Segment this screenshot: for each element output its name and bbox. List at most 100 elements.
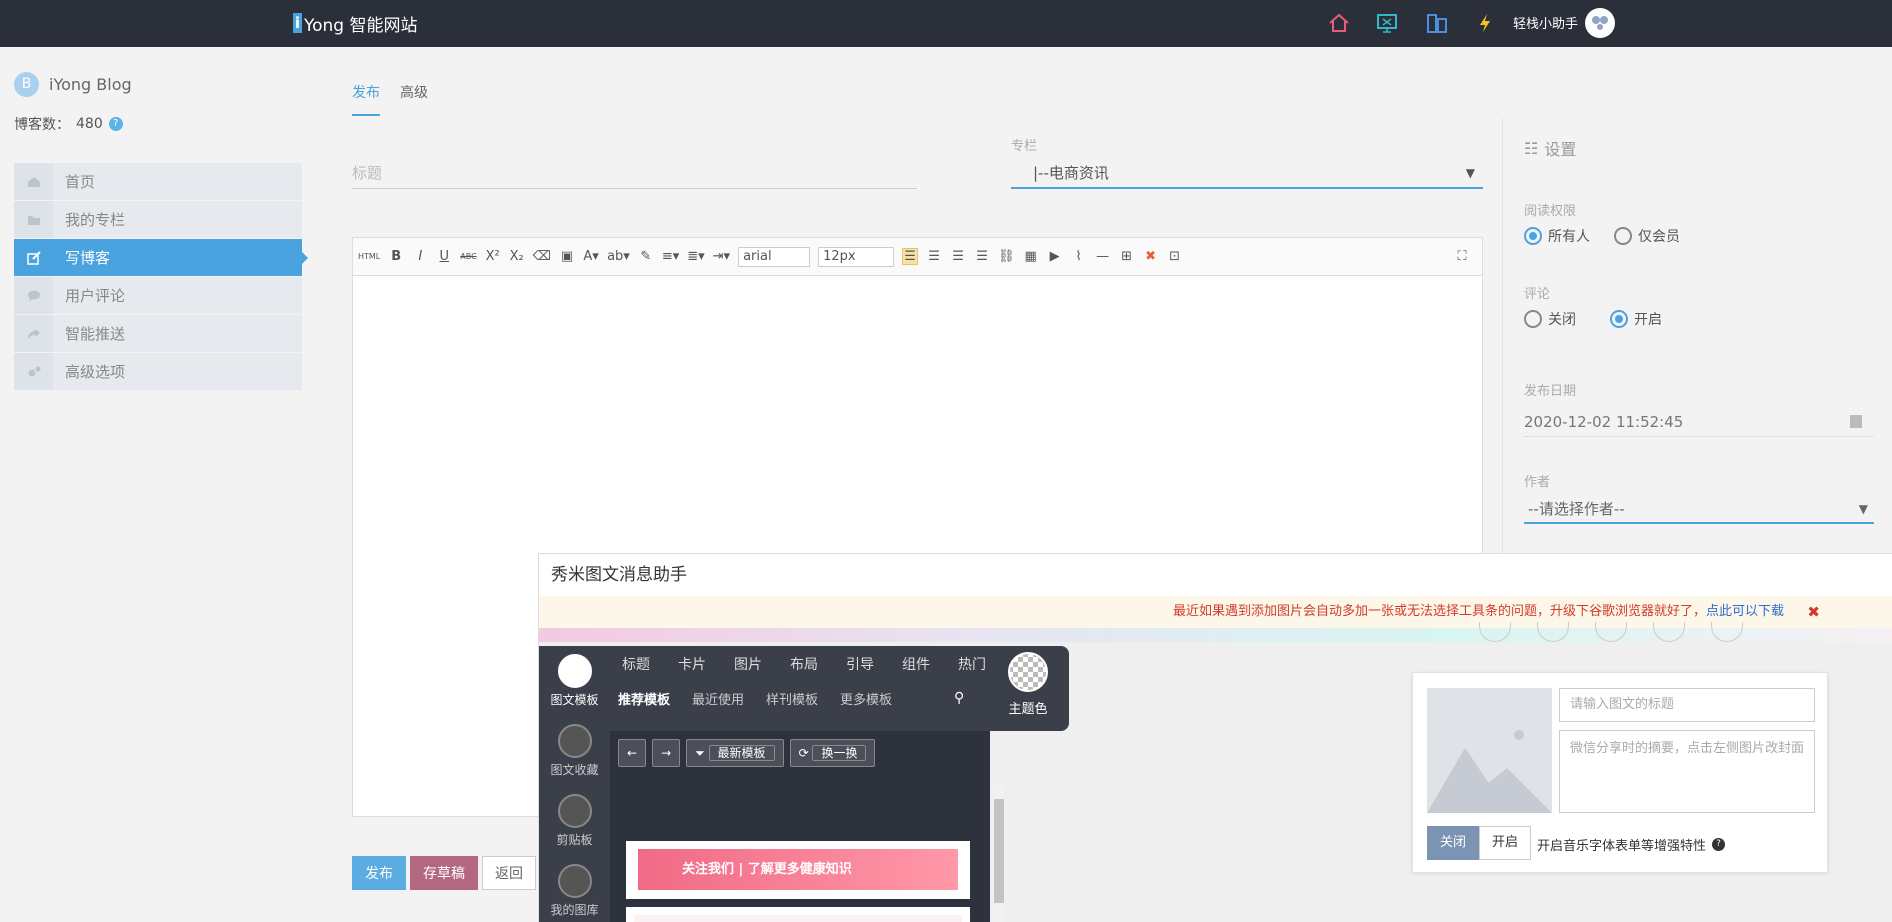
bold-icon[interactable]: B (388, 249, 404, 264)
close-icon[interactable]: ✖ (1807, 596, 1820, 628)
paste-icon[interactable]: ▣ (559, 249, 575, 264)
save-draft-button[interactable]: 存草稿 (410, 856, 478, 890)
link-icon[interactable]: ⛓ (998, 249, 1015, 264)
home-icon[interactable] (1326, 11, 1352, 35)
sidebar-item-advanced[interactable]: 高级选项 (14, 353, 302, 391)
help-icon[interactable]: ? (108, 117, 123, 131)
nav-item-component[interactable]: 组件 (902, 654, 930, 674)
nav-item-guide[interactable]: 引导 (846, 654, 874, 674)
template-list-scrollbar[interactable] (993, 783, 1005, 922)
author-select[interactable]: --请选择作者-- ▼ (1524, 494, 1874, 524)
xiumi-icon[interactable]: ✖ (1143, 249, 1159, 264)
bg-color-icon[interactable]: ab▾ (607, 249, 630, 264)
subscript-icon[interactable]: X₂ (509, 249, 525, 264)
tab-advanced[interactable]: 高级 (400, 82, 428, 116)
search-icon[interactable]: ⚲ (954, 690, 964, 706)
image-icon[interactable]: ▦ (1023, 249, 1039, 264)
avatar[interactable] (1585, 8, 1615, 38)
nav-item-image[interactable]: 图片 (734, 654, 762, 674)
monitor-icon[interactable] (1374, 11, 1400, 35)
toggle-off-button[interactable]: 关闭 (1427, 826, 1480, 860)
sidebar-item-label: 智能推送 (65, 325, 126, 343)
blog-count-label: 博客数： (14, 117, 70, 133)
newest-template-button[interactable]: ⏷ 最新模板 (686, 739, 784, 767)
subtab-more[interactable]: 更多模板 (840, 689, 892, 708)
subtab-sample[interactable]: 样刊模板 (766, 689, 818, 708)
radio-comment-on[interactable] (1610, 310, 1628, 328)
font-family-select[interactable]: arial (738, 246, 811, 267)
swap-button[interactable]: ⟳ 换一换 (789, 739, 876, 767)
align-justify-icon[interactable]: ☰ (974, 249, 990, 264)
scrollbar-thumb[interactable] (994, 799, 1004, 903)
user-name[interactable]: 轻栈小助手 (1513, 13, 1578, 32)
sidebar-item-smart-push[interactable]: 智能推送 (14, 315, 302, 353)
building-icon[interactable] (1424, 11, 1450, 35)
calendar-icon[interactable] (1850, 415, 1862, 428)
align-right-icon[interactable]: ☰ (950, 249, 966, 264)
radio-everyone[interactable] (1524, 227, 1542, 245)
row-spacing-icon[interactable]: ≡▾ (662, 249, 679, 264)
lightning-icon[interactable] (1472, 11, 1498, 35)
cover-image[interactable] (1427, 688, 1552, 813)
modal-title: 秀米图文消息助手 (539, 554, 1892, 596)
tab-publish[interactable]: 发布 (352, 82, 380, 116)
eraser-icon[interactable]: ⌫ (533, 249, 551, 264)
attachment-icon[interactable]: ⌇ (1071, 249, 1087, 264)
nav-item-layout[interactable]: 布局 (790, 654, 818, 674)
fullscreen-icon[interactable]: ⛶ (1454, 249, 1470, 264)
nav-item-card[interactable]: 卡片 (678, 654, 706, 674)
font-size-select[interactable]: 12px (818, 246, 895, 267)
subtab-recommended[interactable]: 推荐模板 (618, 689, 670, 708)
chevron-down-icon: ▼ (1465, 166, 1475, 180)
superscript-icon[interactable]: X² (485, 249, 501, 264)
sidebar-menu: 首页 我的专栏 写博客 用户评论 智能推送 高级选项 (14, 163, 308, 391)
italic-icon[interactable]: I (412, 249, 428, 264)
rail-item-favorites[interactable]: 图文收藏 (539, 724, 610, 778)
html-source-button[interactable]: HTML (358, 252, 380, 261)
align-left-icon[interactable]: ☰ (902, 248, 919, 265)
publish-date-field[interactable]: 2020-12-02 11:52:45 (1524, 407, 1874, 437)
arrow-right-icon[interactable]: → (652, 739, 681, 767)
sidebar-item-columns[interactable]: 我的专栏 (14, 201, 302, 239)
rail-item-templates[interactable]: 图文模板 (539, 654, 610, 708)
horizontal-rule-icon[interactable]: — (1095, 249, 1111, 264)
table-icon[interactable]: ⊞ (1119, 249, 1135, 264)
nav-item-title[interactable]: 标题 (622, 654, 650, 674)
template-icon[interactable]: ⊡ (1167, 249, 1183, 264)
template-card[interactable]: 2020 (626, 907, 970, 922)
back-button[interactable]: 返回 (482, 856, 536, 890)
column-select-value: |--电商资讯 (1033, 164, 1109, 182)
download-link[interactable]: 点此可以下载 (1706, 604, 1784, 619)
line-height-icon[interactable]: ≣▾ (687, 249, 704, 264)
sidebar-item-label: 高级选项 (65, 363, 126, 381)
nav-item-hot[interactable]: 热门 (958, 654, 986, 674)
publish-button[interactable]: 发布 (352, 856, 406, 890)
align-center-icon[interactable]: ☰ (926, 249, 942, 264)
sidebar-item-comments[interactable]: 用户评论 (14, 277, 302, 315)
indent-icon[interactable]: ⇥▾ (713, 249, 730, 264)
radio-comment-off[interactable] (1524, 310, 1542, 328)
underline-icon[interactable]: U (436, 249, 452, 264)
rail-item-gallery[interactable]: 我的图库 (539, 864, 610, 918)
format-brush-icon[interactable]: ✎ (638, 249, 654, 264)
column-select[interactable]: |--电商资讯 ▼ (1011, 157, 1483, 189)
gears-icon (14, 353, 53, 390)
site-logo[interactable]: i Yong 智能网站 (293, 10, 418, 36)
share-summary-input[interactable]: 微信分享时的摘要，点击左侧图片改封面 (1559, 730, 1815, 813)
font-color-icon[interactable]: A▾ (583, 249, 599, 264)
logo-mark: i (293, 13, 302, 33)
toggle-on-button[interactable]: 开启 (1479, 826, 1532, 860)
rail-item-clipboard[interactable]: 剪贴板 (539, 794, 610, 848)
strikethrough-icon[interactable]: ABC (460, 252, 476, 261)
subtab-recent[interactable]: 最近使用 (692, 689, 744, 708)
help-icon[interactable]: ? (1712, 838, 1726, 851)
video-icon[interactable]: ▶ (1047, 249, 1063, 264)
share-title-input[interactable]: 请输入图文的标题 (1559, 688, 1815, 722)
radio-members[interactable] (1614, 227, 1632, 245)
sidebar-item-write-blog[interactable]: 写博客 (14, 239, 308, 277)
template-card[interactable]: 关注我们 | 了解更多健康知识 (626, 841, 970, 899)
arrow-left-icon[interactable]: ← (618, 739, 647, 767)
title-input[interactable] (352, 157, 917, 189)
sidebar-item-home[interactable]: 首页 (14, 163, 302, 201)
theme-color[interactable]: 主题色 (1008, 652, 1048, 717)
